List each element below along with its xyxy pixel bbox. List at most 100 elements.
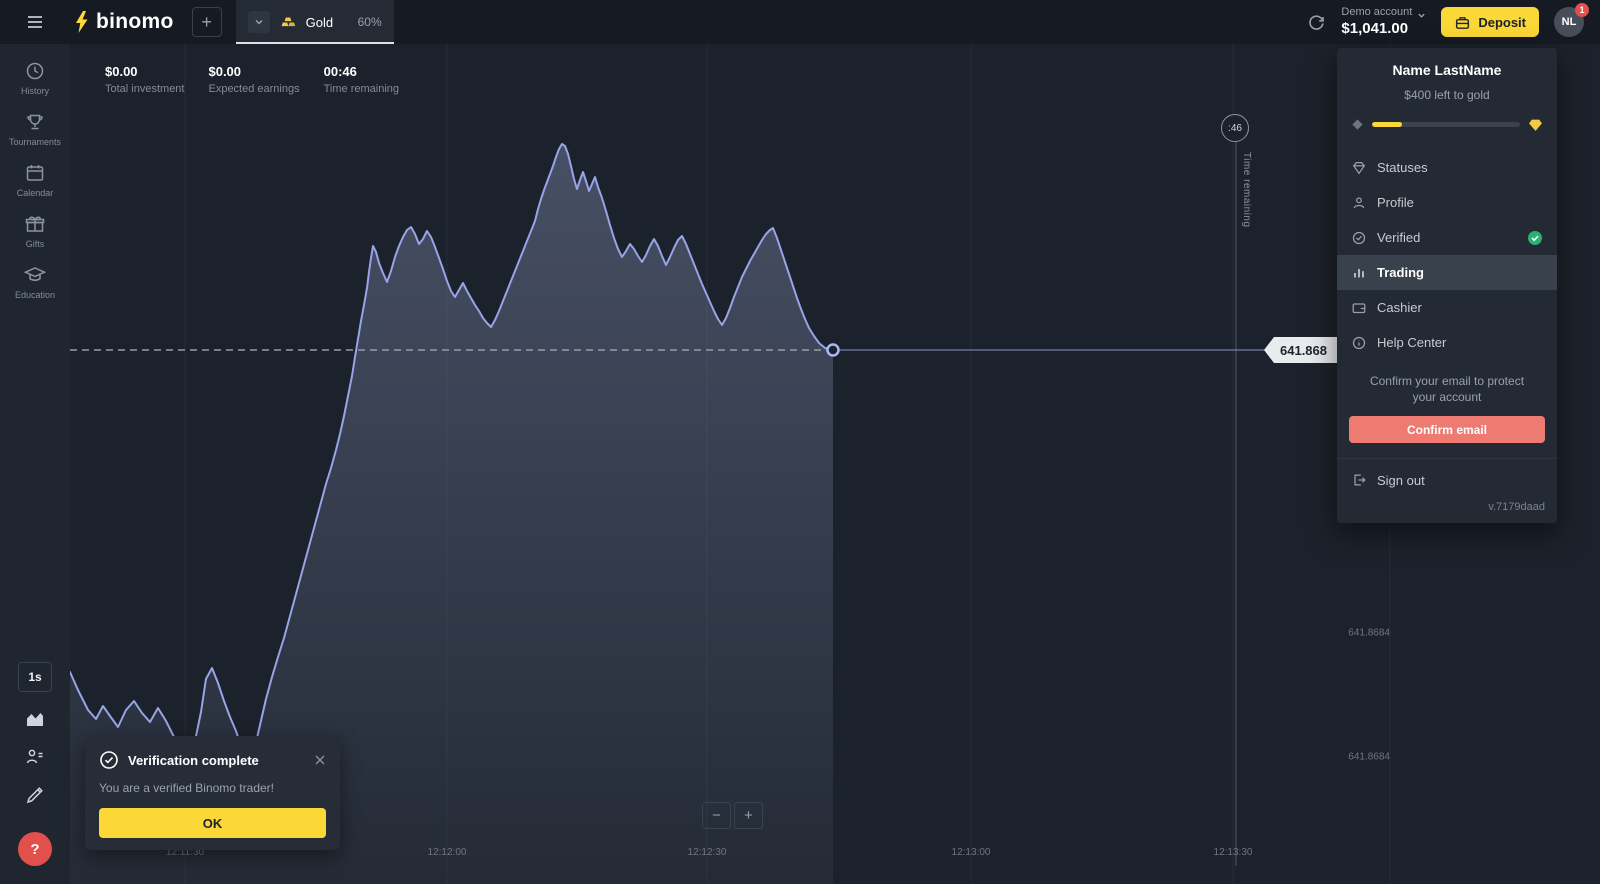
deposit-button[interactable]: Deposit [1441, 7, 1539, 37]
avatar-initials: NL [1562, 16, 1577, 28]
toast-message: You are a verified Binomo trader! [99, 781, 326, 795]
menu-item-label: Help Center [1377, 335, 1446, 350]
sign-out-icon [1351, 472, 1367, 488]
current-price-tag: 641.868 [1264, 337, 1339, 363]
y-axis-label: 641.8684 [1343, 752, 1390, 763]
trading-bars-icon [1351, 265, 1367, 281]
app-version: v.7179daad [1337, 501, 1557, 523]
stat-total-investment: $0.00 Total investment [105, 64, 184, 95]
account-balance: $1,041.00 [1341, 20, 1412, 39]
toast-title: Verification complete [128, 753, 305, 768]
gold-bar-icon [279, 13, 297, 31]
stat-expected-earnings: $0.00 Expected earnings [208, 64, 299, 95]
stat-label: Expected earnings [208, 83, 299, 95]
account-menu-panel: Name LastName $400 left to gold Statuses [1337, 48, 1557, 523]
logo-text: binomo [96, 10, 174, 34]
x-axis-label: 12:13:00 [952, 847, 991, 858]
topbar-right: Demo account $1,041.00 Deposit NL 1 [1307, 6, 1600, 39]
sign-out-label: Sign out [1377, 473, 1425, 488]
pencil-icon [24, 784, 46, 806]
progress-track [1372, 122, 1520, 127]
menu-item-statuses[interactable]: Statuses [1337, 150, 1557, 185]
avatar[interactable]: NL 1 [1554, 7, 1584, 37]
account-menu-list: Statuses Profile Verified [1337, 150, 1557, 360]
sidebar-label: Tournaments [9, 137, 61, 147]
help-button[interactable]: ? [18, 832, 52, 866]
chevron-down-icon [1417, 11, 1426, 20]
menu-item-help-center[interactable]: Help Center [1337, 325, 1557, 360]
verified-check-icon [1527, 230, 1543, 246]
expiry-timer-badge: :46 [1221, 114, 1249, 142]
toast-ok-button[interactable]: OK [99, 808, 326, 838]
trophy-icon [24, 111, 46, 133]
asset-name: Gold [306, 15, 349, 30]
add-asset-tab-button[interactable]: + [192, 7, 222, 37]
hamburger-menu-button[interactable] [0, 12, 70, 32]
stat-time-remaining: 00:46 Time remaining [324, 64, 399, 95]
calendar-icon [24, 162, 46, 184]
sidebar-item-education[interactable]: Education [15, 264, 55, 300]
account-switcher[interactable]: Demo account $1,041.00 [1341, 6, 1426, 39]
sign-out-button[interactable]: Sign out [1337, 459, 1557, 501]
sidebar-label: Calendar [17, 188, 54, 198]
history-clock-icon [24, 60, 46, 82]
sidebar-label: Gifts [26, 239, 45, 249]
confirm-email-note: Confirm your email to protect your accou… [1337, 360, 1557, 416]
menu-item-trading[interactable]: Trading [1337, 255, 1557, 290]
zoom-in-button[interactable]: + [734, 802, 763, 829]
chart-type-button[interactable] [18, 704, 52, 734]
drawing-button[interactable] [18, 780, 52, 810]
refresh-icon[interactable] [1307, 13, 1326, 32]
sidebar-item-history[interactable]: History [21, 60, 49, 96]
indicators-button[interactable] [18, 742, 52, 772]
sidebar-label: History [21, 86, 49, 96]
close-icon[interactable] [314, 754, 326, 766]
confirm-email-button[interactable]: Confirm email [1349, 416, 1545, 443]
x-axis-label: 12:12:00 [428, 847, 467, 858]
x-axis-label: 12:12:30 [688, 847, 727, 858]
timeframe-button[interactable]: 1s [18, 662, 52, 692]
stat-value: 00:46 [324, 64, 399, 79]
sidebar-item-tournaments[interactable]: Tournaments [9, 111, 61, 147]
sidebar-item-gifts[interactable]: Gifts [24, 213, 46, 249]
graduation-cap-icon [24, 264, 46, 286]
menu-item-label: Verified [1377, 230, 1420, 245]
silver-gem-icon [1351, 118, 1364, 131]
gold-gem-icon [1528, 117, 1543, 132]
menu-item-label: Trading [1377, 265, 1424, 280]
user-name: Name LastName [1337, 62, 1557, 78]
menu-item-label: Cashier [1377, 300, 1422, 315]
deposit-label: Deposit [1478, 15, 1526, 30]
menu-item-cashier[interactable]: Cashier [1337, 290, 1557, 325]
gift-icon [24, 213, 46, 235]
x-axis-label: 12:13:30 [1214, 847, 1253, 858]
trading-app: binomo + Gold 60% Demo account $1,041.00 [0, 0, 1600, 884]
zoom-out-button[interactable]: − [702, 802, 731, 829]
briefcase-icon [1454, 14, 1471, 31]
person-icon [1351, 195, 1367, 211]
menu-item-label: Statuses [1377, 160, 1428, 175]
sidebar-item-calendar[interactable]: Calendar [17, 162, 54, 198]
indicators-icon [24, 746, 46, 768]
menu-item-verified[interactable]: Verified [1337, 220, 1557, 255]
status-progress [1337, 117, 1557, 132]
stat-value: $0.00 [208, 64, 299, 79]
gold-progress-note: $400 left to gold [1337, 88, 1557, 102]
notification-badge: 1 [1575, 3, 1589, 17]
y-axis-label: 641.8684 [1343, 628, 1390, 639]
stat-label: Time remaining [324, 83, 399, 95]
bolt-icon [74, 10, 89, 34]
info-icon [1351, 335, 1367, 351]
wallet-icon [1351, 300, 1367, 316]
sidebar-label: Education [15, 290, 55, 300]
asset-tab-gold[interactable]: Gold 60% [236, 0, 394, 44]
menu-item-profile[interactable]: Profile [1337, 185, 1557, 220]
check-circle-icon [99, 750, 119, 770]
tab-chevron-button[interactable] [248, 11, 270, 33]
verification-toast: Verification complete You are a verified… [85, 736, 340, 850]
topbar: binomo + Gold 60% Demo account $1,041.00 [0, 0, 1600, 44]
area-chart-icon [24, 708, 46, 730]
chart-tools: 1s ? [18, 662, 52, 884]
binomo-logo: binomo [74, 10, 174, 34]
menu-item-label: Profile [1377, 195, 1414, 210]
